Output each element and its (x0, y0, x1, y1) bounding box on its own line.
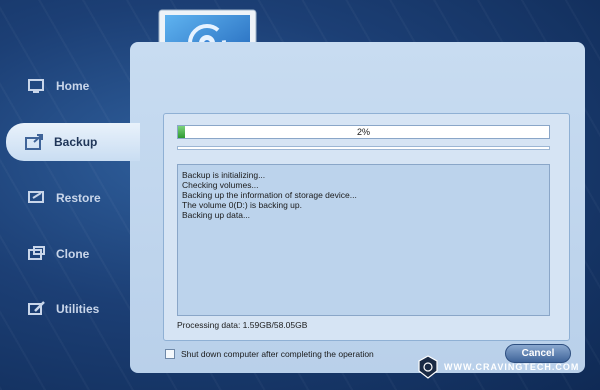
shutdown-checkbox[interactable] (165, 349, 175, 359)
watermark-logo-icon (418, 355, 438, 379)
sidebar-item-label: Backup (54, 135, 98, 149)
restore-icon (26, 187, 48, 209)
backup-log: Backup is initializing... Checking volum… (177, 164, 550, 316)
log-line: The volume 0(D:) is backing up. (182, 200, 302, 210)
secondary-progress-bar (177, 146, 550, 150)
backup-progress-bar: 2% (177, 125, 550, 139)
sidebar-item-clone[interactable]: Clone (8, 235, 130, 273)
sidebar-item-backup[interactable]: Backup (6, 123, 140, 161)
utilities-icon (26, 298, 48, 320)
watermark-text: WWW.CRAVINGTECH.COM (444, 362, 580, 372)
sidebar-item-label: Utilities (56, 302, 100, 316)
shutdown-option[interactable]: Shut down computer after completing the … (165, 349, 374, 359)
clone-icon (26, 243, 48, 265)
shutdown-label: Shut down computer after completing the … (181, 349, 374, 359)
processing-status: Processing data: 1.59GB/58.05GB (177, 320, 308, 330)
sidebar-item-label: Home (56, 79, 90, 93)
sidebar-item-restore[interactable]: Restore (8, 179, 130, 217)
log-line: Backup is initializing... (182, 170, 266, 180)
sidebar-item-label: Clone (56, 247, 90, 261)
home-icon (26, 75, 48, 97)
sidebar-item-label: Restore (56, 191, 101, 205)
log-line: Backing up the information of storage de… (182, 190, 357, 200)
watermark: WWW.CRAVINGTECH.COM (418, 355, 579, 379)
backup-icon (24, 131, 46, 153)
progress-percent: 2% (356, 127, 370, 137)
log-line: Backing up data... (182, 210, 251, 220)
sidebar-item-home[interactable]: Home (8, 67, 130, 105)
log-line: Checking volumes... (182, 180, 259, 190)
sidebar-item-utilities[interactable]: Utilities (8, 290, 130, 328)
